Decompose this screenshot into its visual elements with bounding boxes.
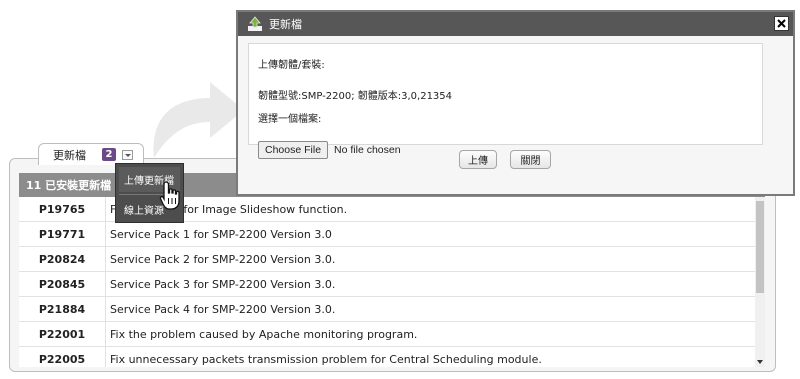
update-code: P19765 (19, 197, 106, 222)
no-file-chosen-text: No file chosen (334, 144, 401, 156)
select-file-label: 選擇一個檔案: (258, 114, 322, 125)
table-row: P20824 Service Pack 2 for SMP-2200 Versi… (19, 246, 755, 272)
table-row: P20845 Service Pack 3 for SMP-2200 Versi… (19, 271, 755, 297)
chevron-down-icon[interactable] (122, 149, 133, 160)
update-description: Fix the problem caused by Apache monitor… (105, 321, 755, 347)
close-icon (777, 19, 786, 28)
dialog-titlebar: 更新檔 (238, 12, 793, 36)
updates-count-badge: 2 (102, 148, 116, 161)
table-row: P21884 Service Pack 4 for SMP-2200 Versi… (19, 296, 755, 322)
choose-file-button[interactable]: Choose File (258, 141, 329, 159)
dialog-body: 上傳韌體/套裝: 韌體型號:SMP-2200; 韌體版本:3,0,21354 選… (248, 43, 763, 159)
table-row: P19771 Service Pack 1 for SMP-2200 Versi… (19, 221, 755, 247)
update-description: Service Pack 2 for SMP-2200 Version 3.0. (105, 246, 755, 272)
table-row: P22001 Fix the problem caused by Apache … (19, 321, 755, 347)
scroll-down-icon[interactable] (757, 360, 763, 364)
update-code: P19771 (19, 221, 106, 247)
tab-updates-label: 更新檔 (53, 148, 86, 162)
tab-updates[interactable]: 更新檔 2 (38, 143, 144, 165)
upload-icon (248, 16, 262, 31)
update-description: Service Pack 3 for SMP-2200 Version 3.0. (105, 271, 755, 297)
update-description: Service Pack 4 for SMP-2200 Version 3.0. (105, 296, 755, 322)
update-code: P20845 (19, 271, 106, 297)
close-button[interactable]: 關閉 (510, 150, 551, 169)
update-code: P22001 (19, 321, 106, 347)
upload-button[interactable]: 上傳 (459, 150, 497, 169)
update-description: Fix problems for Image Slideshow functio… (105, 197, 755, 222)
firmware-info: 韌體型號:SMP-2200; 韌體版本:3,0,21354 (258, 91, 453, 102)
scrollbar-thumb[interactable] (756, 201, 764, 293)
dialog-title: 更新檔 (269, 18, 302, 31)
update-description: Service Pack 1 for SMP-2200 Version 3.0 (105, 221, 755, 247)
dialog-close-button[interactable] (774, 16, 789, 31)
table-scrollbar[interactable] (755, 197, 765, 367)
update-code: P22005 (19, 346, 106, 367)
update-dialog: 更新檔 上傳韌體/套裝: 韌體型號:SMP-2200; 韌體版本:3,0,213… (236, 10, 795, 196)
upload-firmware-heading: 上傳韌體/套裝: (258, 60, 325, 71)
table-row: P22005 Fix unnecessary packets transmiss… (19, 346, 755, 367)
update-description: Fix unnecessary packets transmission pro… (105, 346, 755, 367)
update-code: P20824 (19, 246, 106, 272)
update-code: P21884 (19, 296, 106, 322)
hand-cursor-icon (159, 181, 180, 210)
